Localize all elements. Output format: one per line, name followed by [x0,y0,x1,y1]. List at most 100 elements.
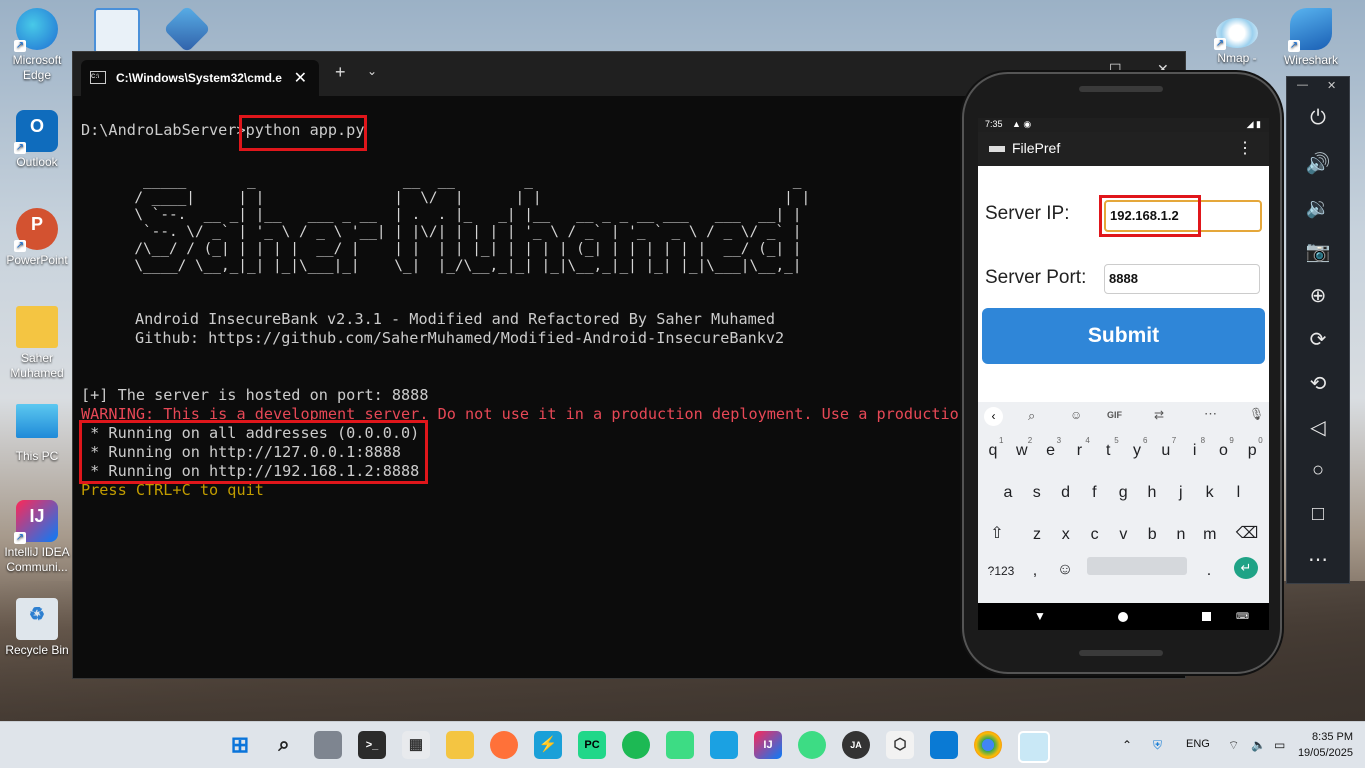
cube-app-icon[interactable]: ⬡ [886,731,914,759]
key-j[interactable]: j [1168,484,1194,502]
more-options-icon[interactable]: ⋯ [1287,547,1349,572]
terminal-tab[interactable]: C:\ C:\Windows\System32\cmd.e ✕ [81,60,319,96]
key-hint-6: 6 [1143,436,1148,445]
sticker-icon[interactable]: ☺ [1070,408,1082,422]
virtual-machine-icon[interactable] [710,731,738,759]
back-icon[interactable]: ▼ [1034,609,1046,623]
shift-key-icon[interactable]: ⇧ [984,523,1010,543]
rotate-right-icon[interactable]: ⟳ [1287,327,1349,352]
intellij-taskbar-icon[interactable]: IJ [754,731,782,759]
vscode-icon[interactable] [930,731,958,759]
chevron-down-icon[interactable]: ⌄ [367,64,377,78]
volume-down-icon[interactable]: 🔉 [1287,195,1349,220]
home-button-icon[interactable]: ○ [1287,459,1349,482]
translate-icon[interactable]: ⇄ [1154,408,1164,422]
chevron-left-icon[interactable]: ‹ [984,407,1003,426]
back-button-icon[interactable]: ◁ [1287,415,1349,440]
toolbar-minimize-icon[interactable]: — [1297,79,1308,91]
bolt-app-icon[interactable]: ⚡ [534,731,562,759]
desktop-icon-folder[interactable]: Saher Muhamed [2,306,72,381]
store-icon[interactable]: ▦ [402,731,430,759]
desktop-icon-outlook[interactable]: O ↗ Outlook [2,110,72,170]
android-icon[interactable] [666,731,694,759]
file-explorer-icon[interactable] [446,731,474,759]
key-f[interactable]: f [1081,484,1107,502]
phone-screen[interactable]: 7:35 ▲ ◉ ◢ ▮ FilePref ⋮ Server IP: 192.1… [978,118,1269,630]
key-l[interactable]: l [1225,484,1251,502]
search-taskbar-icon[interactable]: ⌕ [270,731,298,759]
emoji-key-icon[interactable]: ☺ [1052,561,1078,579]
task-view-icon[interactable] [314,731,342,759]
clock-date[interactable]: 19/05/2025 [1285,747,1353,759]
key-s[interactable]: s [1024,484,1050,502]
key-n[interactable]: n [1168,526,1194,544]
desktop-icon-intellij[interactable]: IJ ↗ IntelliJ IDEA Communi... [2,500,72,575]
camera-icon[interactable]: 📷 [1287,239,1349,264]
desktop-icon-app[interactable] [82,8,152,57]
toolbar-close-icon[interactable]: ✕ [1327,79,1336,92]
overview-button-icon[interactable]: □ [1287,503,1349,526]
gif-button[interactable]: GIF [1107,410,1122,420]
key-d[interactable]: d [1053,484,1079,502]
security-shield-icon[interactable]: ⛨ [1153,738,1162,753]
key-k[interactable]: k [1197,484,1223,502]
soft-keyboard[interactable]: ‹ ⌕ ☺ GIF ⇄ ⋯ 🎙 q1w2e3r4t5y6u7i8o9p0 asd… [978,402,1269,603]
key-b[interactable]: b [1139,526,1165,544]
backspace-key-icon[interactable]: ⌫ [1234,523,1260,543]
wifi-icon[interactable]: ⌔ [1228,738,1239,753]
new-tab-button[interactable]: + [335,62,346,83]
terminal-output[interactable]: D:\AndroLabServer>python app.py [81,116,364,173]
desktop-icon-edge[interactable]: ↗ Microsoft Edge [2,8,72,83]
chrome-icon[interactable] [974,731,1002,759]
rotate-left-icon[interactable]: ⟲ [1287,371,1349,396]
key-m[interactable]: m [1197,526,1223,544]
pycharm-icon[interactable]: PC [578,731,606,759]
overflow-menu-icon[interactable]: ⋮ [1237,138,1253,158]
key-z[interactable]: z [1024,526,1050,544]
key-x[interactable]: x [1053,526,1079,544]
key-h[interactable]: h [1139,484,1165,502]
key-hint-8: 8 [1200,436,1206,445]
clock-time[interactable]: 8:35 PM [1301,731,1353,743]
submit-button[interactable]: Submit [982,308,1265,364]
power-icon[interactable]: ⏻ [1287,107,1349,130]
volume-up-icon[interactable]: 🔊 [1287,151,1349,176]
server-port-input[interactable]: 8888 [1104,264,1260,294]
more-icon[interactable]: ⋯ [1204,406,1217,422]
desktop-icon-recycle-bin[interactable]: ♻ Recycle Bin [2,598,72,658]
desktop-icon-powerpoint[interactable]: P ↗ PowerPoint [2,208,72,268]
comma-key[interactable]: , [1022,562,1048,580]
desktop-icon-nmap[interactable]: ↗ Nmap - [1202,18,1272,66]
key-a[interactable]: a [995,484,1021,502]
desktop-icon-this-pc[interactable]: This PC [2,404,72,464]
jadx-icon[interactable]: JA [842,731,870,759]
key-g[interactable]: g [1110,484,1136,502]
android-studio-icon[interactable] [798,731,826,759]
firefox-icon[interactable] [490,731,518,759]
android-emulator[interactable]: 7:35 ▲ ◉ ◢ ▮ FilePref ⋮ Server IP: 192.1… [962,72,1282,674]
zoom-icon[interactable]: ⊕ [1287,283,1349,308]
symbols-key[interactable]: ?123 [986,564,1016,578]
key-c[interactable]: c [1082,526,1108,544]
close-tab-icon[interactable]: ✕ [294,68,307,88]
desktop-icon-virtualbox[interactable] [152,5,222,53]
mic-icon[interactable]: 🎙 [1249,407,1264,421]
speaker-icon[interactable]: 🔈 [1251,738,1266,752]
emulator-taskbar-icon[interactable] [1018,731,1050,763]
terminal-taskbar-icon[interactable]: >_ [358,731,386,759]
key-v[interactable]: v [1110,526,1136,544]
recents-icon[interactable] [1202,612,1211,621]
spotify-icon[interactable] [622,731,650,759]
enter-key-icon[interactable]: ↵ [1234,557,1258,579]
home-icon[interactable] [1118,612,1128,622]
space-key[interactable] [1087,557,1187,575]
language-indicator[interactable]: ENG [1186,738,1210,750]
desktop-icon-wireshark[interactable]: ↗ Wireshark [1276,8,1346,68]
wireshark-icon: ↗ [1288,8,1332,52]
keyboard-switch-icon[interactable]: ⌨ [1236,611,1249,622]
start-button-icon[interactable]: ⊞ [226,731,254,759]
search-icon[interactable]: ⌕ [1028,408,1035,424]
battery-icon[interactable]: ▭ [1274,738,1285,752]
chevron-up-icon[interactable]: ⌃ [1122,738,1132,752]
period-key[interactable]: . [1196,562,1222,580]
